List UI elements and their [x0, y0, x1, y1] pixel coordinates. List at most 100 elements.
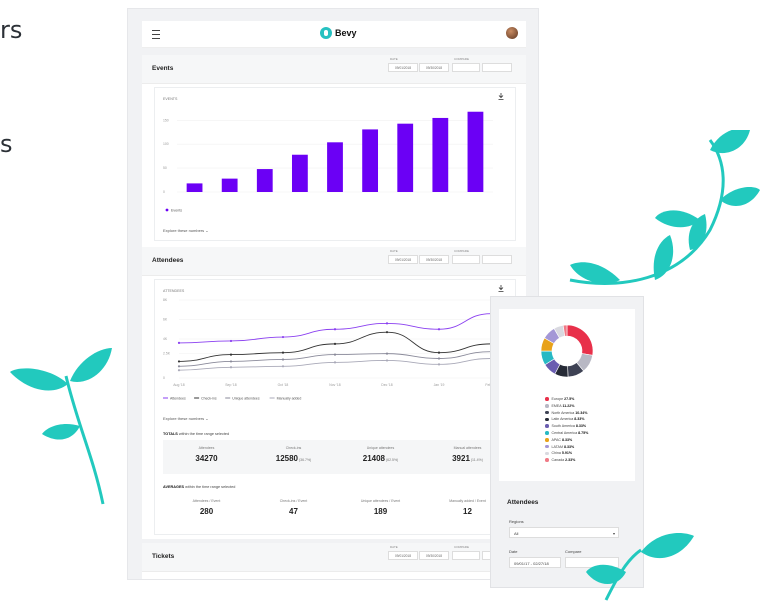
- data-point[interactable]: [333, 353, 337, 356]
- x-tick-label: Aug '18: [173, 383, 185, 387]
- data-point[interactable]: [229, 339, 233, 343]
- tickets-date-to[interactable]: 09/30/2018: [419, 551, 449, 560]
- brand-logo[interactable]: Bevy: [320, 27, 357, 39]
- legend-percent: 5.91%: [561, 451, 573, 456]
- legend-label: Unique attendees: [232, 396, 260, 400]
- data-point[interactable]: [437, 363, 441, 366]
- data-point[interactable]: [437, 328, 441, 331]
- legend-label: Central America 8.75%: [551, 431, 589, 435]
- events-title: Events: [152, 65, 174, 72]
- donut-slice[interactable]: [566, 324, 594, 356]
- events-date-from[interactable]: 09/01/2018: [388, 63, 418, 72]
- hamburger-icon[interactable]: [152, 30, 160, 39]
- bar[interactable]: [186, 183, 203, 192]
- attendees-compare-from[interactable]: [452, 255, 480, 264]
- legend-item: Europe 27.5%: [545, 397, 574, 401]
- stat-percent: (62.5%): [385, 458, 399, 462]
- bar[interactable]: [291, 154, 308, 192]
- y-axis-title: EVENTS: [163, 97, 178, 101]
- legend-label: Canada 2.33%: [551, 458, 576, 463]
- data-point[interactable]: [229, 360, 233, 363]
- attendees-compare-to[interactable]: [482, 255, 512, 264]
- tickets-panel: Tickets DATE 09/01/2018 09/30/2018 COMPA…: [142, 543, 526, 579]
- regions-label: Regions: [509, 519, 524, 524]
- bar[interactable]: [327, 142, 343, 192]
- y-tick-label: 0: [163, 376, 165, 380]
- legend-dot: [545, 410, 549, 415]
- y-axis-title: ATTENDEES: [163, 289, 185, 293]
- legend-dot: [545, 397, 549, 401]
- regions-chart-card: Europe 27.5% EMEA 11.22% North America 10.…: [499, 309, 635, 481]
- data-point[interactable]: [333, 361, 337, 364]
- data-point[interactable]: [333, 342, 337, 345]
- bar[interactable]: [256, 169, 273, 192]
- data-point[interactable]: [437, 357, 441, 360]
- y-tick-label: 8K: [163, 298, 168, 302]
- data-point[interactable]: [229, 366, 233, 369]
- edge-text-middle: s: [0, 130, 13, 158]
- data-point[interactable]: [177, 360, 181, 363]
- tickets-date-from[interactable]: 09/01/2018: [388, 551, 418, 560]
- attendees-date-to[interactable]: 09/30/2018: [419, 255, 449, 264]
- stat-label: Check-ins: [285, 446, 302, 450]
- bar[interactable]: [432, 117, 449, 192]
- plant-illustration-left: [10, 348, 112, 505]
- data-point[interactable]: [281, 335, 285, 339]
- data-point[interactable]: [437, 351, 441, 354]
- legend-percent: 8.33%: [562, 437, 573, 442]
- events-date-to[interactable]: 09/30/2018: [419, 63, 449, 72]
- attendees-date-from[interactable]: 09/01/2018: [388, 255, 418, 264]
- legend-percent: 8.33%: [563, 444, 575, 449]
- legend-label: South America 8.33%: [551, 424, 587, 429]
- data-point[interactable]: [177, 365, 181, 368]
- attendees-explore-link[interactable]: Explore these numbers ⌄: [163, 416, 209, 421]
- averages-label: AVERAGES within the time range selected: [163, 485, 236, 489]
- legend-label: Latin America 8.33%: [551, 417, 585, 422]
- date-field[interactable]: 09/01/17 - 02/27/18: [509, 557, 561, 568]
- leaf-illustration-bottom: [586, 533, 694, 601]
- legend-dot: [545, 424, 549, 428]
- bevy-logo-icon: [320, 27, 332, 39]
- tickets-compare-label: COMPARE: [454, 545, 469, 549]
- data-point[interactable]: [385, 322, 389, 325]
- legend-label: China 5.91%: [551, 451, 573, 456]
- data-point[interactable]: [333, 328, 337, 331]
- stat-value: 34270: [195, 454, 218, 463]
- y-tick-label: 100: [163, 142, 169, 146]
- data-point[interactable]: [281, 358, 285, 361]
- series-line: [178, 331, 492, 362]
- legend-dot: [545, 417, 549, 422]
- legend-label: EMEA 11.22%: [551, 403, 575, 408]
- app-header: Bevy: [142, 21, 526, 48]
- events-compare-label: COMPARE: [454, 57, 469, 61]
- bar[interactable]: [362, 129, 379, 192]
- legend-item: China 5.91%: [545, 451, 572, 455]
- bar[interactable]: [467, 111, 484, 192]
- data-point[interactable]: [177, 369, 181, 372]
- events-compare-from[interactable]: [452, 63, 480, 72]
- data-point[interactable]: [385, 331, 389, 334]
- legend-percent: 10.34%: [575, 410, 588, 415]
- bar[interactable]: [221, 178, 238, 192]
- data-point[interactable]: [281, 351, 285, 354]
- average-stat: Unique attendees / Event 189: [337, 493, 424, 527]
- legend-dot: [545, 404, 549, 408]
- stat-label: Unique attendees / Event: [360, 499, 401, 503]
- events-panel-header: Events DATE 09/01/2018 09/30/2018 COMPAR…: [142, 55, 526, 84]
- total-stat: Attendees 34270: [163, 440, 250, 474]
- legend-label: Events: [171, 208, 182, 212]
- attendees-compare-label: COMPARE: [454, 249, 469, 253]
- events-explore-link[interactable]: Explore these numbers ⌄: [163, 228, 209, 233]
- data-point[interactable]: [229, 353, 233, 356]
- data-point[interactable]: [385, 359, 389, 362]
- totals-label: TOTALS within the time range selected: [163, 432, 230, 436]
- data-point[interactable]: [281, 365, 285, 368]
- data-point[interactable]: [385, 352, 389, 355]
- avatar[interactable]: [506, 27, 518, 39]
- x-tick-label: Nov '18: [329, 383, 341, 387]
- bar[interactable]: [397, 123, 414, 192]
- events-compare-to[interactable]: [482, 63, 512, 72]
- data-point[interactable]: [177, 341, 181, 344]
- legend-item: Canada 2.33%: [545, 458, 575, 462]
- tickets-compare-from[interactable]: [452, 551, 480, 560]
